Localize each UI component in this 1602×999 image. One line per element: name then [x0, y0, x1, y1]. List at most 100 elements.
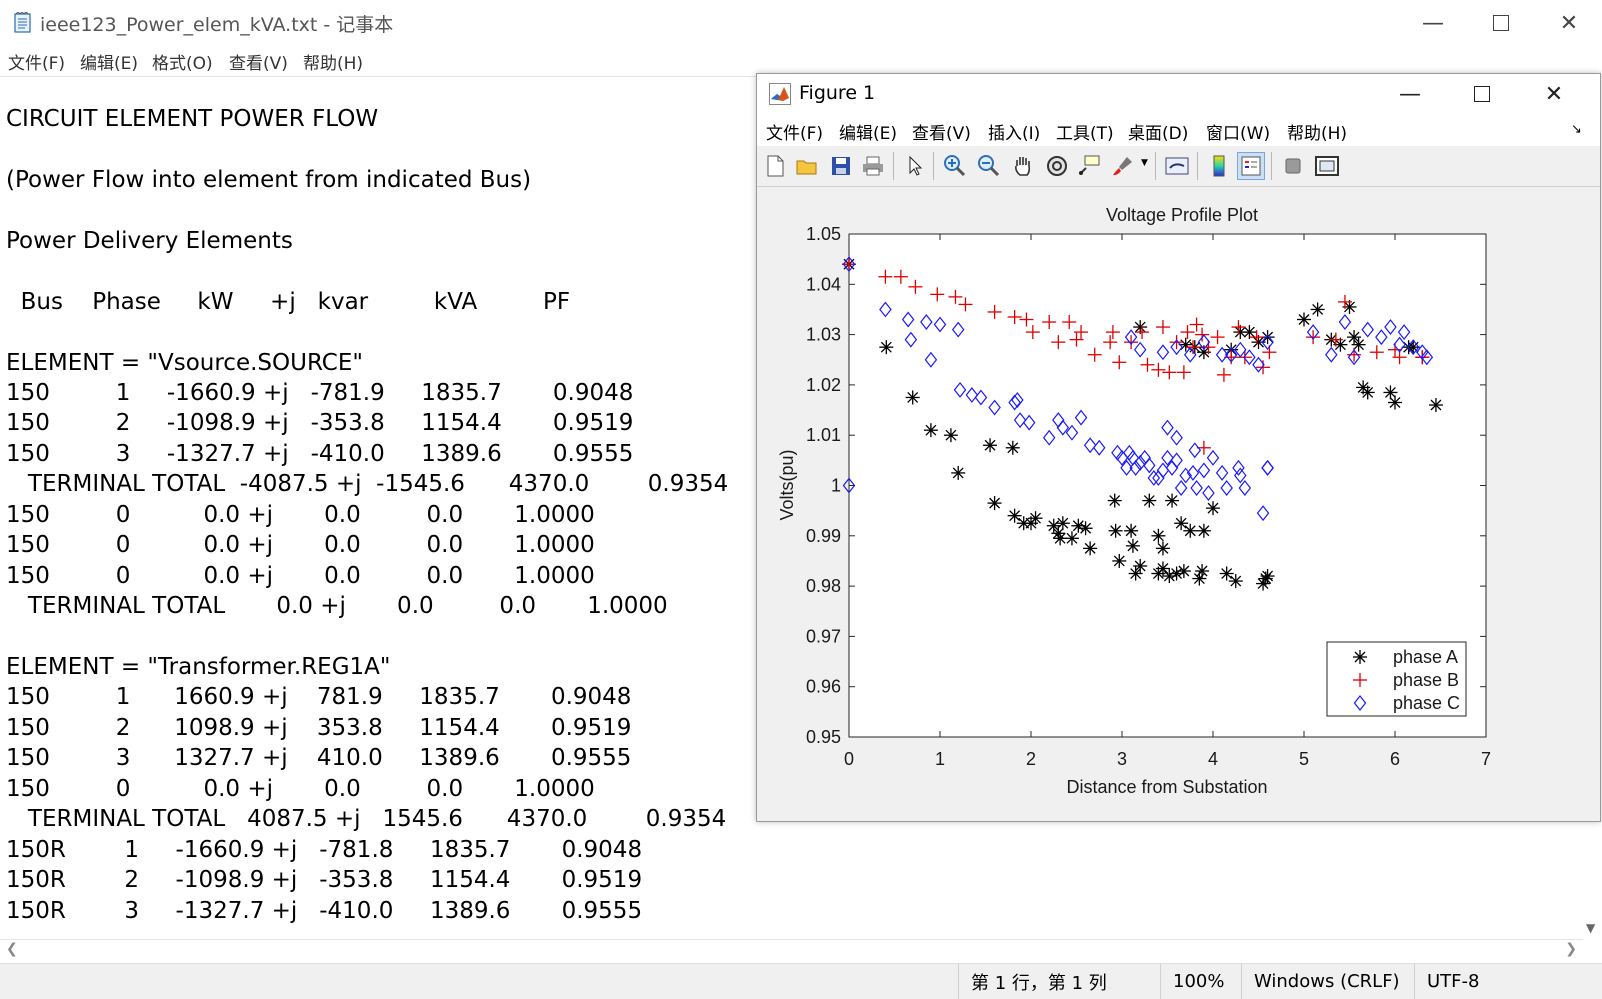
text-line: 150 2 -1098.9 +j -353.8 1154.4 0.9519 — [6, 410, 634, 436]
x-tick-label: 2 — [1026, 749, 1036, 769]
y-tick-label: 0.95 — [806, 727, 841, 747]
phase-A-point — [1028, 511, 1043, 526]
phase-A-point — [1155, 541, 1170, 556]
menu-format[interactable]: 格式(O) — [152, 49, 213, 74]
phase-A-point — [1151, 528, 1166, 543]
data-cursor-icon[interactable] — [1075, 152, 1103, 180]
hide-plot-tools-icon[interactable] — [1279, 152, 1307, 180]
line-ending: Windows (CRLF) — [1241, 964, 1414, 999]
y-tick-label: 1.03 — [806, 325, 841, 345]
menu-help[interactable]: 帮助(H) — [303, 49, 363, 74]
phase-A-point — [923, 423, 938, 438]
legend-icon[interactable] — [1237, 152, 1265, 180]
y-tick-label: 0.98 — [806, 576, 841, 596]
phase-A-point — [1360, 385, 1375, 400]
y-tick-label: 1.01 — [806, 425, 841, 445]
y-tick-label: 0.99 — [806, 526, 841, 546]
scroll-right-arrow-icon[interactable]: ❯ — [1565, 941, 1577, 957]
maximize-button[interactable] — [1466, 0, 1536, 46]
zoom-out-icon[interactable] — [975, 152, 1003, 180]
brush-dropdown-icon[interactable]: ▼ — [1141, 158, 1148, 168]
maximize-icon — [1493, 15, 1509, 31]
text-line: 150 1 1660.9 +j 781.9 1835.7 0.9048 — [6, 684, 632, 710]
pan-hand-icon[interactable] — [1009, 152, 1037, 180]
voltage-profile-plot[interactable]: Voltage Profile Plot 0 1 2 3 4 5 6 7 0.95 0.96 0.… — [757, 187, 1600, 821]
fig-menu-tools[interactable]: 工具(T) — [1056, 119, 1114, 144]
figure-minimize-button[interactable]: — — [1375, 74, 1445, 114]
legend-marker-phase-A — [1353, 650, 1367, 664]
phase-A-point — [1112, 553, 1127, 568]
minimize-icon: — — [1422, 10, 1444, 36]
legend-label: phase C — [1393, 693, 1460, 713]
text-line: 150 0 0.0 +j 0.0 0.0 1.0000 — [6, 776, 595, 802]
window-title: ieee123_Power_elem_kVA.txt - 记事本 — [40, 14, 394, 36]
chart-title: Voltage Profile Plot — [1106, 205, 1258, 225]
cursor-position: 第 1 行，第 1 列 — [958, 964, 1160, 999]
figure-window: Figure 1 — ✕ 文件(F) 编辑(E) 查看(V) 插入(I) 工具(… — [756, 73, 1601, 822]
phase-A-point — [1064, 531, 1079, 546]
phase-A-point — [1155, 561, 1170, 576]
fig-menu-desktop[interactable]: 桌面(D) — [1128, 119, 1188, 144]
phase-A-point — [1310, 302, 1325, 317]
fig-menu-file[interactable]: 文件(F) — [766, 119, 823, 144]
text-line: 150 1 -1660.9 +j -781.9 1835.7 0.9048 — [6, 380, 634, 406]
save-icon[interactable] — [827, 152, 855, 180]
brush-icon[interactable] — [1109, 152, 1137, 180]
x-axis-label: Distance from Substation — [1066, 777, 1267, 797]
menu-file[interactable]: 文件(F) — [8, 49, 65, 74]
fig-menu-help[interactable]: 帮助(H) — [1287, 119, 1347, 144]
rotate-3d-icon[interactable] — [1043, 152, 1071, 180]
horizontal-scrollbar[interactable]: ❮ ❯ — [0, 939, 1583, 960]
fig-menu-window[interactable]: 窗口(W) — [1206, 119, 1270, 144]
text-line: 150R 1 -1660.9 +j -781.8 1835.7 0.9048 — [6, 837, 643, 863]
fig-menu-view[interactable]: 查看(V) — [912, 119, 971, 144]
fig-menu-edit[interactable]: 编辑(E) — [839, 119, 897, 144]
scroll-left-arrow-icon[interactable]: ❮ — [6, 941, 18, 957]
phase-A-point — [1005, 440, 1020, 455]
text-line: 150R 3 -1327.7 +j -410.0 1389.6 0.9555 — [6, 898, 643, 924]
figure-maximize-button[interactable] — [1447, 74, 1517, 114]
show-plot-tools-icon[interactable] — [1313, 152, 1341, 180]
close-icon: ✕ — [1559, 10, 1579, 36]
y-axis-label: Volts(pu) — [777, 449, 797, 520]
minimize-icon: — — [1399, 81, 1421, 107]
toolbar-separator — [1197, 152, 1198, 180]
toolbar-separator — [1271, 152, 1272, 180]
new-figure-icon[interactable] — [761, 152, 789, 180]
phase-A-point — [1388, 395, 1402, 410]
text-line: 150R 2 -1098.9 +j -353.8 1154.4 0.9519 — [6, 867, 643, 893]
text-line: 150 0 0.0 +j 0.0 0.0 1.0000 — [6, 563, 595, 589]
link-plot-icon[interactable] — [1163, 152, 1191, 180]
notepad-app-icon — [14, 12, 31, 33]
figure-close-button[interactable]: ✕ — [1519, 74, 1589, 114]
minimize-button[interactable]: — — [1398, 0, 1468, 46]
text-line: 150 3 1327.7 +j 410.0 1389.6 0.9555 — [6, 745, 632, 771]
phase-A-point — [1206, 501, 1220, 516]
print-icon[interactable] — [859, 152, 887, 180]
menu-edit[interactable]: 编辑(E) — [80, 49, 138, 74]
text-line: 150 3 -1327.7 +j -410.0 1389.6 0.9555 — [6, 441, 634, 467]
phase-A-point — [943, 428, 958, 443]
x-tick-label: 7 — [1481, 749, 1491, 769]
x-tick-label: 6 — [1390, 749, 1400, 769]
text-line: 150 0 0.0 +j 0.0 0.0 1.0000 — [6, 532, 595, 558]
phase-A-point — [1174, 516, 1189, 531]
text-line: 150 2 1098.9 +j 353.8 1154.4 0.9519 — [6, 715, 632, 741]
legend[interactable]: phase A phase B phase C — [1326, 641, 1467, 717]
menu-view[interactable]: 查看(V) — [229, 49, 288, 74]
edit-plot-arrow-icon[interactable] — [901, 152, 929, 180]
phase-A-point — [1428, 398, 1443, 413]
y-tick-label: 1 — [831, 476, 841, 496]
y-tick-label: 1.04 — [806, 274, 841, 294]
phase-A-point — [1108, 523, 1123, 538]
figure-toolbar: ▼ — [757, 146, 1600, 187]
scroll-down-arrow-icon[interactable]: ▼ — [1586, 921, 1595, 935]
close-button[interactable]: ✕ — [1534, 0, 1602, 46]
open-file-icon[interactable] — [793, 152, 821, 180]
phase-A-point — [1228, 574, 1243, 589]
text-line: TERMINAL TOTAL 4087.5 +j 1545.6 4370.0 0… — [6, 806, 727, 832]
zoom-in-icon[interactable] — [941, 152, 969, 180]
fig-menu-insert[interactable]: 插入(I) — [988, 119, 1040, 144]
dock-arrow-icon[interactable]: ↘ — [1571, 122, 1582, 137]
colorbar-icon[interactable] — [1205, 152, 1233, 180]
